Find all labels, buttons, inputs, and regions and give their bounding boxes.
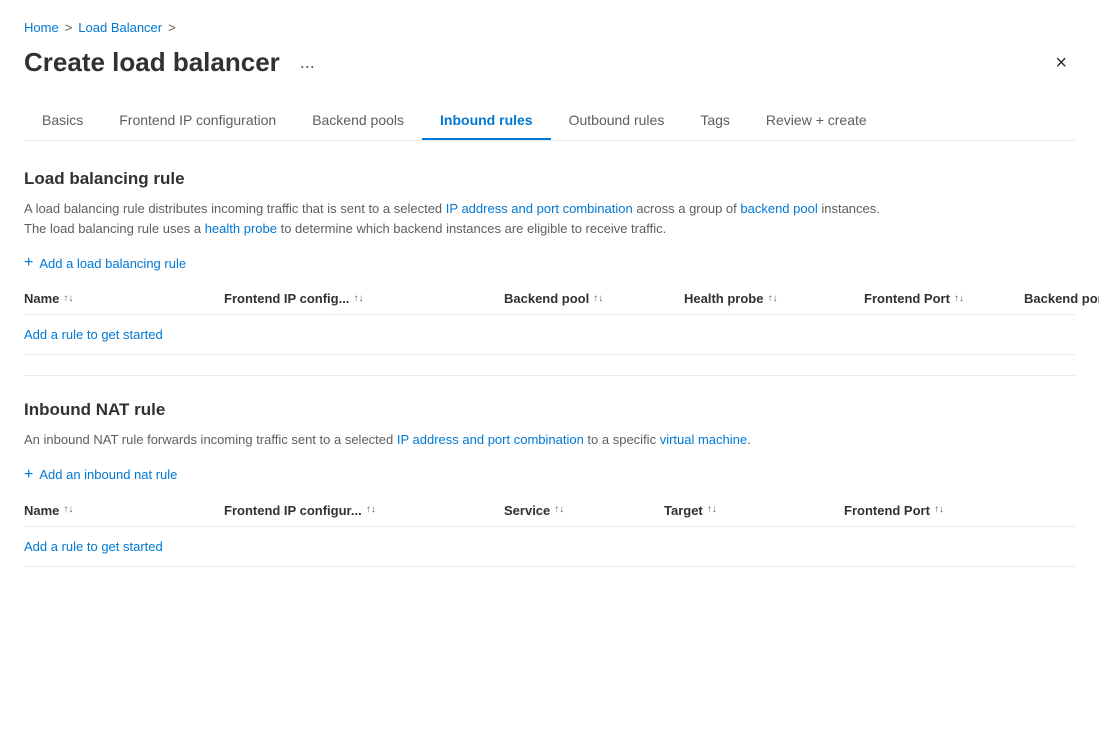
close-button[interactable]: × — [1047, 49, 1075, 77]
lb-col-name[interactable]: Name ↑↓ — [24, 291, 224, 306]
plus-icon-lb: + — [24, 255, 33, 271]
inbound-nat-rule-section: Inbound NAT rule An inbound NAT rule for… — [24, 400, 1075, 567]
page-header: Create load balancer ... × — [24, 47, 1075, 78]
desc2-health-highlight: health probe — [205, 221, 277, 236]
lb-table-header: Name ↑↓ Frontend IP config... ↑↓ Backend… — [24, 291, 1075, 315]
sort-icon-frontend: ↑↓ — [353, 294, 363, 304]
sort-icon-frontend-port: ↑↓ — [954, 294, 964, 304]
nat-desc-text-1: An inbound NAT rule forwards incoming tr… — [24, 432, 397, 447]
nat-col-frontend-ip[interactable]: Frontend IP configur... ↑↓ — [224, 503, 504, 518]
tab-basics[interactable]: Basics — [24, 102, 101, 140]
load-balancing-rule-description: A load balancing rule distributes incomi… — [24, 199, 1075, 238]
load-balancing-rule-title: Load balancing rule — [24, 169, 1075, 189]
tab-review-create[interactable]: Review + create — [748, 102, 885, 140]
lb-col-backend-port[interactable]: Backend port ↑↓ — [1024, 291, 1099, 306]
tab-bar: Basics Frontend IP configuration Backend… — [24, 102, 1075, 141]
lb-empty-row: Add a rule to get started — [24, 315, 1075, 355]
desc2-text-2: to determine which backend instances are… — [277, 221, 666, 236]
breadcrumb-home[interactable]: Home — [24, 20, 59, 35]
desc-ip-highlight: IP address and port combination — [446, 201, 633, 216]
sort-icon-name: ↑↓ — [63, 294, 73, 304]
section-divider — [24, 375, 1075, 376]
tab-tags[interactable]: Tags — [682, 102, 748, 140]
tab-backend-pools[interactable]: Backend pools — [294, 102, 422, 140]
tab-inbound-rules[interactable]: Inbound rules — [422, 102, 551, 140]
desc-text-3: instances. — [818, 201, 880, 216]
sort-icon-health: ↑↓ — [767, 294, 777, 304]
plus-icon-nat: + — [24, 467, 33, 483]
breadcrumb: Home > Load Balancer > — [24, 20, 1075, 35]
nat-rule-table: Name ↑↓ Frontend IP configur... ↑↓ Servi… — [24, 503, 1075, 567]
nat-col-frontend-port[interactable]: Frontend Port ↑↓ — [844, 503, 1024, 518]
tab-frontend-ip[interactable]: Frontend IP configuration — [101, 102, 294, 140]
lb-col-health-probe[interactable]: Health probe ↑↓ — [684, 291, 864, 306]
nat-empty-row: Add a rule to get started — [24, 527, 1075, 567]
breadcrumb-load-balancer[interactable]: Load Balancer — [78, 20, 162, 35]
nat-desc-vm-highlight: virtual machine — [660, 432, 747, 447]
nat-col-target[interactable]: Target ↑↓ — [664, 503, 844, 518]
lb-col-frontend-port[interactable]: Frontend Port ↑↓ — [864, 291, 1024, 306]
add-load-balancing-rule-button[interactable]: + Add a load balancing rule — [24, 255, 186, 271]
nat-col-name[interactable]: Name ↑↓ — [24, 503, 224, 518]
nat-desc-text-3: . — [747, 432, 751, 447]
tab-outbound-rules[interactable]: Outbound rules — [551, 102, 683, 140]
load-balancing-rule-section: Load balancing rule A load balancing rul… — [24, 169, 1075, 355]
nat-sort-icon-target: ↑↓ — [707, 505, 717, 515]
ellipsis-button[interactable]: ... — [292, 48, 323, 77]
page-title-area: Create load balancer ... — [24, 47, 323, 78]
nat-sort-icon-name: ↑↓ — [63, 505, 73, 515]
lb-col-frontend-ip[interactable]: Frontend IP config... ↑↓ — [224, 291, 504, 306]
sort-icon-backend: ↑↓ — [593, 294, 603, 304]
nat-sort-icon-frontend-port: ↑↓ — [934, 505, 944, 515]
desc2-text-1: The load balancing rule uses a — [24, 221, 205, 236]
breadcrumb-sep2: > — [168, 20, 176, 35]
add-inbound-nat-rule-button[interactable]: + Add an inbound nat rule — [24, 467, 177, 483]
lb-col-backend-pool[interactable]: Backend pool ↑↓ — [504, 291, 684, 306]
desc-text-2: across a group of — [633, 201, 741, 216]
add-lb-rule-label: Add a load balancing rule — [39, 256, 186, 271]
nat-col-service[interactable]: Service ↑↓ — [504, 503, 664, 518]
nat-desc-text-2: to a specific — [584, 432, 660, 447]
add-nat-rule-label: Add an inbound nat rule — [39, 467, 177, 482]
nat-table-header: Name ↑↓ Frontend IP configur... ↑↓ Servi… — [24, 503, 1075, 527]
nat-sort-icon-service: ↑↓ — [554, 505, 564, 515]
desc-backend-highlight: backend pool — [740, 201, 817, 216]
inbound-nat-rule-title: Inbound NAT rule — [24, 400, 1075, 420]
nat-desc-ip-highlight: IP address and port combination — [397, 432, 584, 447]
lb-rule-table: Name ↑↓ Frontend IP config... ↑↓ Backend… — [24, 291, 1075, 355]
page-title: Create load balancer — [24, 47, 280, 78]
desc-text-1: A load balancing rule distributes incomi… — [24, 201, 446, 216]
nat-sort-icon-frontend: ↑↓ — [366, 505, 376, 515]
breadcrumb-sep1: > — [65, 20, 73, 35]
inbound-nat-rule-description: An inbound NAT rule forwards incoming tr… — [24, 430, 1075, 450]
